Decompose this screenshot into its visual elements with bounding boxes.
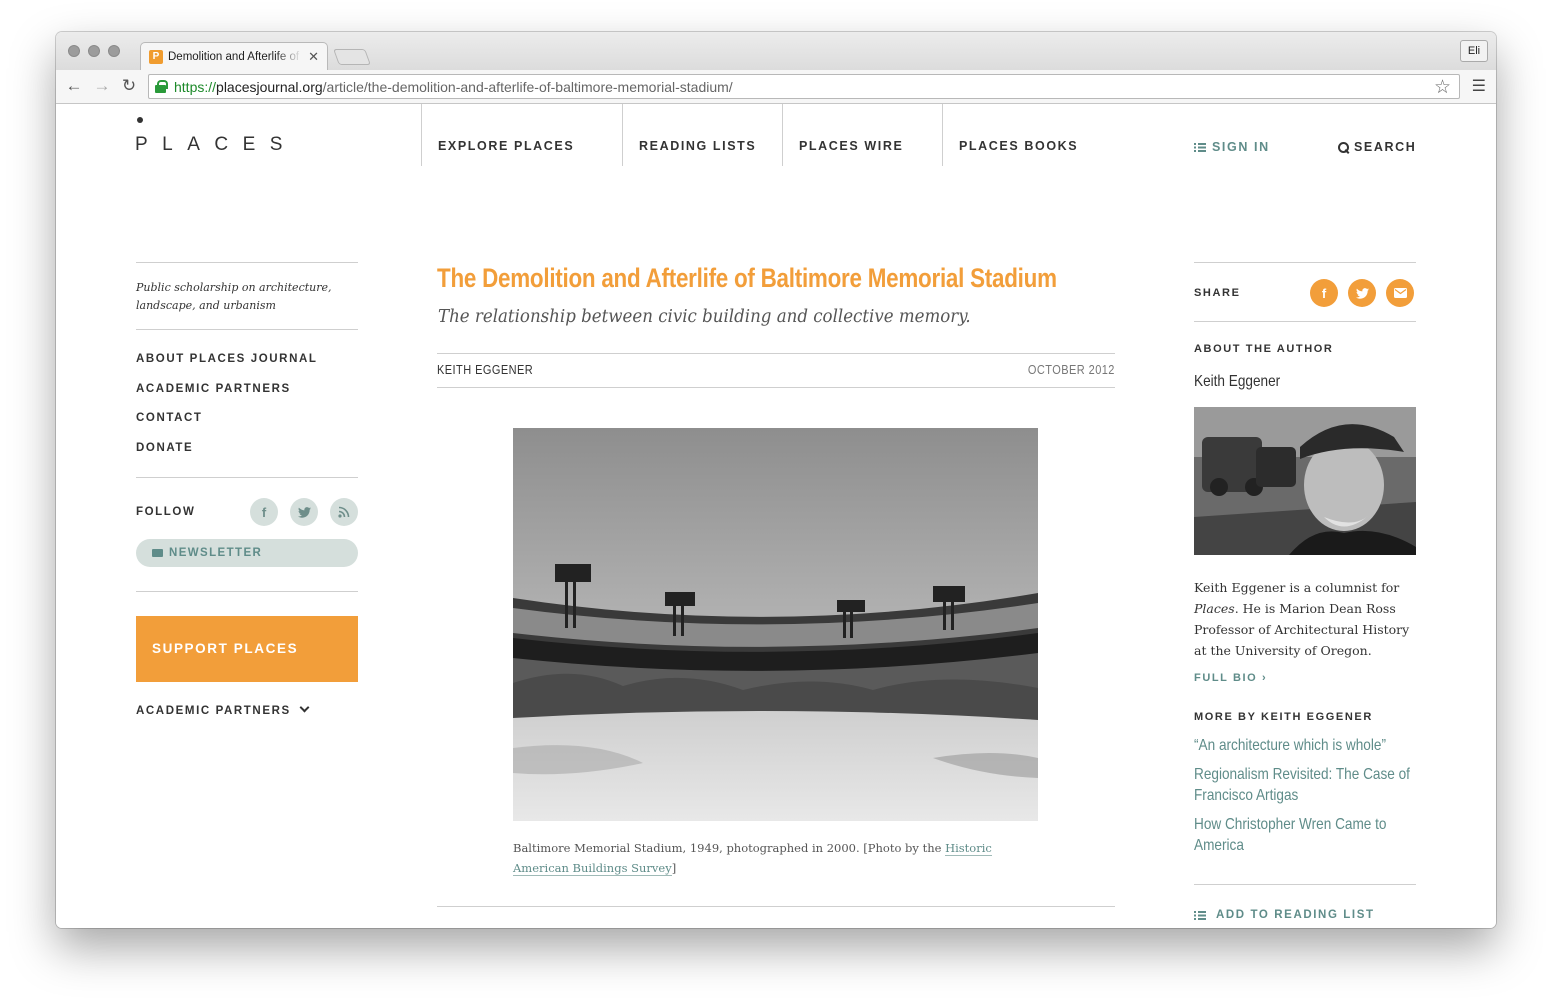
secure-lock-icon (155, 80, 168, 93)
academic-partners-dropdown[interactable]: ACADEMIC PARTNERS (136, 702, 310, 717)
nav-reading-lists[interactable]: READING LISTS (622, 104, 782, 166)
list-icon (1194, 142, 1206, 152)
chevron-down-icon (299, 702, 310, 713)
share-label: SHARE (1194, 287, 1241, 299)
nav-places-wire[interactable]: PLACES WIRE (782, 104, 942, 166)
search-icon (1338, 141, 1349, 153)
main-nav: EXPLORE PLACES READING LISTS PLACES WIRE… (421, 104, 1142, 166)
add-to-reading-list-label: ADD TO READING LIST (1216, 909, 1375, 921)
related-article-link[interactable]: How Christopher Wren Came to America (1194, 814, 1415, 856)
sidebar-item-academic-partners[interactable]: ACADEMIC PARTNERS (136, 383, 318, 413)
full-bio-link[interactable]: FULL BIO › (1194, 672, 1267, 684)
follow-label: FOLLOW (136, 506, 196, 518)
tab-title: Demolition and Afterlife of Baltimore Me… (168, 50, 302, 63)
places-favicon-icon: P (149, 49, 163, 64)
divider (437, 906, 1115, 907)
more-by-author-label: MORE BY KEITH EGGENER (1194, 711, 1373, 723)
divider (136, 329, 358, 330)
web-page: PLACES EXPLORE PLACES READING LISTS PLAC… (56, 104, 1496, 928)
search-label: SEARCH (1354, 140, 1417, 154)
divider (1194, 884, 1416, 885)
title-bar: P Demolition and Afterlife of Baltimore … (56, 32, 1496, 70)
divider (136, 477, 358, 478)
divider (136, 591, 358, 592)
window-controls (68, 45, 120, 57)
more-by-author-list: “An architecture which is whole” Regiona… (1194, 735, 1454, 864)
divider (437, 353, 1115, 354)
browser-tab[interactable]: P Demolition and Afterlife of Baltimore … (140, 42, 328, 70)
related-article-link[interactable]: Regionalism Revisited: The Case of Franc… (1194, 764, 1415, 806)
article-author[interactable]: KEITH EGGENER (437, 363, 533, 377)
browser-toolbar: ← → ↻ https://placesjournal.org/article/… (56, 70, 1496, 104)
site-tagline: Public scholarship on architecture, land… (136, 281, 332, 312)
divider (437, 387, 1115, 388)
article-title: The Demolition and Afterlife of Baltimor… (437, 263, 1057, 293)
sidebar-item-about[interactable]: ABOUT PLACES JOURNAL (136, 353, 318, 383)
list-icon (1194, 910, 1206, 920)
sidebar-item-contact[interactable]: CONTACT (136, 412, 318, 442)
sign-in-label: SIGN IN (1212, 140, 1270, 154)
browser-menu-icon[interactable]: ☰ (1472, 76, 1486, 96)
email-icon[interactable] (1386, 279, 1414, 307)
author-name: Keith Eggener (1194, 373, 1281, 390)
academic-partners-label: ACADEMIC PARTNERS (136, 705, 291, 717)
facebook-icon[interactable]: f (1310, 279, 1338, 307)
nav-explore-places[interactable]: EXPLORE PLACES (421, 104, 622, 166)
search-link[interactable]: SEARCH (1338, 140, 1416, 154)
related-article-link[interactable]: “An architecture which is whole” (1194, 735, 1415, 756)
photo-caption: Baltimore Memorial Stadium, 1949, photog… (513, 841, 992, 876)
sidebar-nav: ABOUT PLACES JOURNAL ACADEMIC PARTNERS C… (136, 353, 318, 471)
author-bio: Keith Eggener is a columnist for Places.… (1194, 580, 1410, 658)
zoom-window-button[interactable] (108, 45, 120, 57)
nav-places-books[interactable]: PLACES BOOKS (942, 104, 1142, 166)
author-photo (1194, 407, 1416, 555)
newsletter-label: NEWSLETTER (169, 547, 263, 559)
close-window-button[interactable] (68, 45, 80, 57)
address-bar[interactable]: https://placesjournal.org/article/the-de… (148, 74, 1460, 99)
divider (136, 262, 358, 263)
reload-icon[interactable]: ↻ (119, 76, 139, 96)
chevron-right-icon: › (1261, 672, 1268, 684)
forward-arrow-icon[interactable]: → (92, 76, 112, 96)
divider (1194, 262, 1416, 263)
profile-button[interactable]: Eli (1460, 40, 1488, 62)
article-subtitle: The relationship between civic building … (438, 307, 971, 327)
envelope-icon (152, 549, 163, 557)
stadium-photo[interactable] (513, 428, 1038, 821)
twitter-icon[interactable] (1348, 279, 1376, 307)
back-arrow-icon[interactable]: ← (64, 76, 84, 96)
bookmark-star-icon[interactable]: ☆ (1434, 76, 1451, 99)
site-logo[interactable]: PLACES (135, 134, 297, 156)
about-author-label: ABOUT THE AUTHOR (1194, 343, 1334, 355)
tab-close-icon[interactable]: ✕ (308, 49, 319, 65)
logo-dot (137, 117, 143, 123)
browser-window: P Demolition and Afterlife of Baltimore … (56, 32, 1496, 928)
twitter-icon[interactable] (290, 498, 318, 526)
sign-in-link[interactable]: SIGN IN (1194, 140, 1270, 154)
new-tab-button[interactable] (333, 49, 371, 65)
support-places-button[interactable]: SUPPORT PLACES (136, 616, 358, 682)
rss-icon[interactable] (330, 498, 358, 526)
facebook-icon[interactable]: f (250, 498, 278, 526)
minimize-window-button[interactable] (88, 45, 100, 57)
url-text: https://placesjournal.org/article/the-de… (174, 78, 733, 95)
newsletter-button[interactable]: NEWSLETTER (136, 539, 358, 567)
sidebar-item-donate[interactable]: DONATE (136, 442, 318, 472)
add-to-reading-list-button[interactable]: ADD TO READING LIST (1194, 909, 1375, 921)
divider (1194, 321, 1416, 322)
article-date: OCTOBER 2012 (1027, 363, 1115, 377)
